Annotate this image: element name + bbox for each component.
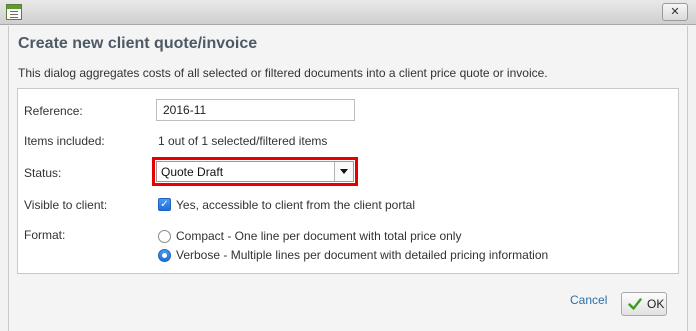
visible-to-client-checkbox[interactable]: ✓ <box>158 198 171 211</box>
format-verbose-radio[interactable] <box>158 249 171 262</box>
ok-button[interactable]: OK <box>621 292 667 316</box>
checkmark-icon <box>628 298 642 310</box>
items-included-value: 1 out of 1 selected/filtered items <box>158 134 328 148</box>
status-select[interactable]: Quote Draft <box>156 161 354 182</box>
dialog-window: ✕ Create new client quote/invoice This d… <box>0 0 696 331</box>
format-compact-radio[interactable] <box>158 230 171 243</box>
visible-to-client-option-label[interactable]: Yes, accessible to client from the clien… <box>176 198 415 212</box>
dialog-description: This dialog aggregates costs of all sele… <box>18 66 548 80</box>
dialog-title: Create new client quote/invoice <box>18 35 258 52</box>
document-icon <box>6 4 22 20</box>
status-dropdown-button[interactable] <box>334 162 353 181</box>
format-compact-label[interactable]: Compact - One line per document with tot… <box>176 229 461 243</box>
format-verbose-label[interactable]: Verbose - Multiple lines per document wi… <box>176 248 548 262</box>
status-selected-value: Quote Draft <box>161 165 224 179</box>
format-label: Format: <box>24 228 66 242</box>
cancel-button[interactable]: Cancel <box>570 293 607 307</box>
chevron-down-icon <box>340 169 348 174</box>
close-button[interactable]: ✕ <box>662 3 688 21</box>
status-label: Status: <box>24 166 62 180</box>
visible-to-client-label: Visible to client: <box>24 198 108 212</box>
ok-label: OK <box>647 297 665 311</box>
reference-label: Reference: <box>24 104 83 118</box>
title-bar[interactable]: ✕ <box>0 0 696 25</box>
close-icon: ✕ <box>670 5 680 18</box>
reference-input[interactable] <box>156 99 355 121</box>
items-included-label: Items included: <box>24 134 105 148</box>
checkmark-icon: ✓ <box>160 199 169 210</box>
